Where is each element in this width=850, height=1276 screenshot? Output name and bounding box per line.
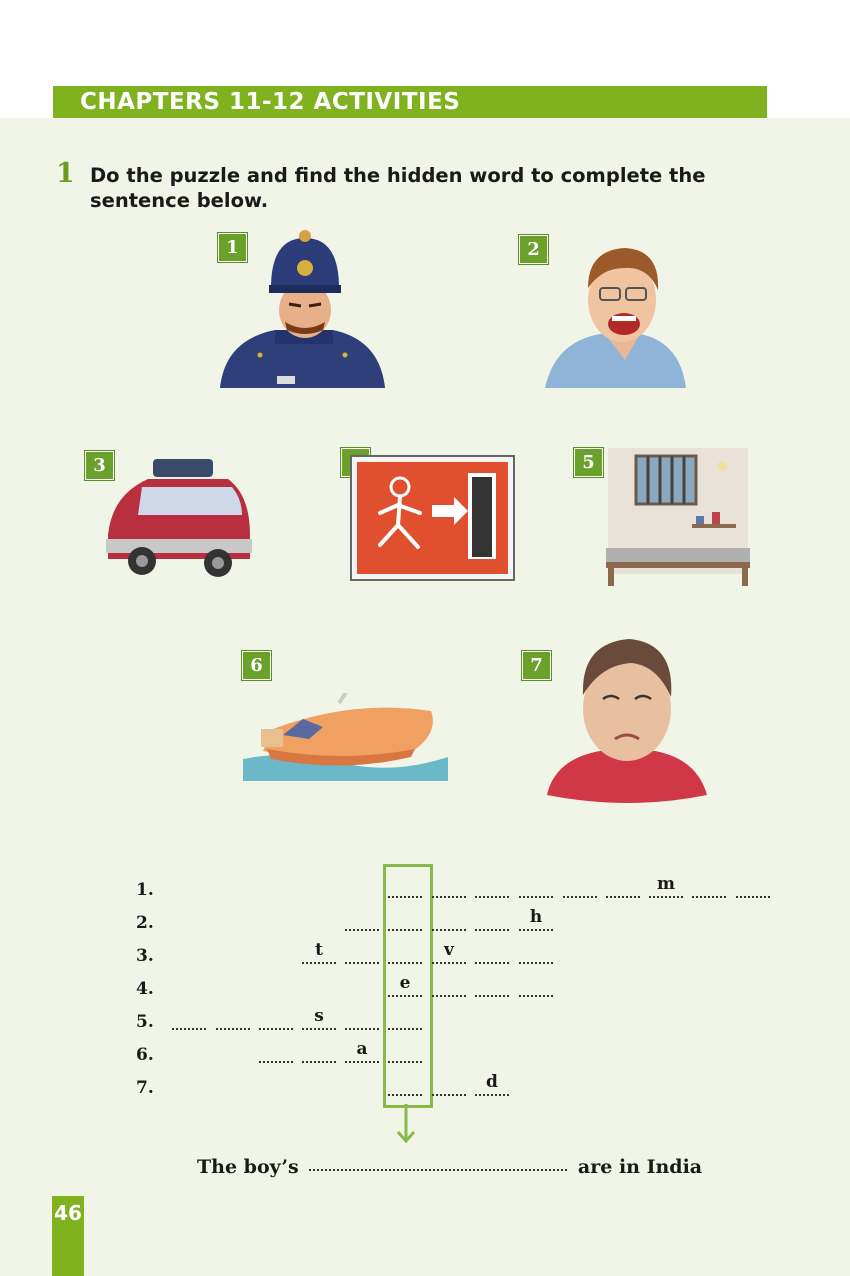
puzzle-row-number: 4.	[136, 979, 154, 999]
sentence-end: are in India	[577, 1156, 703, 1178]
puzzle-cell[interactable]	[519, 878, 553, 898]
puzzle-cell[interactable]	[388, 878, 422, 898]
puzzle-letter: h	[529, 907, 543, 927]
picture-badge-5: 5	[574, 448, 603, 477]
puzzle-cell[interactable]	[259, 1043, 293, 1063]
puzzle-cell[interactable]: s	[302, 1006, 336, 1030]
policeman-icon	[220, 230, 385, 388]
puzzle-cell[interactable]	[259, 1010, 293, 1030]
puzzle-cell[interactable]	[345, 911, 379, 931]
puzzle-cell[interactable]	[606, 878, 640, 898]
exit-sign-icon	[350, 455, 515, 581]
puzzle-cell[interactable]	[736, 878, 770, 898]
puzzle-row-number: 3.	[136, 946, 154, 966]
puzzle-letter: e	[399, 973, 411, 993]
puzzle-cell[interactable]	[475, 911, 509, 931]
puzzle-cell[interactable]	[302, 1043, 336, 1063]
puzzle-cell[interactable]	[345, 944, 379, 964]
puzzle-cell[interactable]	[432, 878, 466, 898]
puzzle-cell[interactable]	[519, 977, 553, 997]
puzzle-cell[interactable]	[475, 944, 509, 964]
puzzle-cell[interactable]: v	[432, 940, 466, 964]
puzzle-cell[interactable]: a	[345, 1039, 379, 1063]
speedboat-icon	[243, 693, 448, 781]
puzzle-cell[interactable]	[432, 1076, 466, 1096]
puzzle-letter: t	[315, 940, 323, 960]
puzzle-row-number: 2.	[136, 913, 154, 933]
sentence-start: The boy’s	[197, 1156, 299, 1178]
puzzle-cell[interactable]	[432, 977, 466, 997]
puzzle-cell[interactable]	[475, 977, 509, 997]
answer-blank[interactable]	[309, 1169, 568, 1171]
puzzle-row-number: 7.	[136, 1078, 154, 1098]
puzzle-letter: s	[314, 1006, 324, 1026]
puzzle-letter: v	[444, 940, 454, 960]
sad-man-icon	[547, 639, 707, 803]
puzzle-cell[interactable]	[388, 911, 422, 931]
picture-badge-6: 6	[242, 651, 271, 680]
puzzle-cell[interactable]: d	[475, 1072, 509, 1096]
puzzle-cell[interactable]: m	[649, 874, 683, 898]
puzzle-cell[interactable]	[388, 1010, 422, 1030]
arrow-down-icon	[396, 1104, 416, 1144]
puzzle-cell[interactable]	[216, 1010, 250, 1030]
puzzle-row-number: 6.	[136, 1045, 154, 1065]
puzzle-row-number: 1.	[136, 880, 154, 900]
puzzle-cell[interactable]: h	[519, 907, 553, 931]
puzzle-letter: m	[657, 874, 675, 894]
puzzle-letter: d	[486, 1072, 498, 1092]
puzzle-cell[interactable]	[519, 944, 553, 964]
puzzle-cell[interactable]	[172, 1010, 206, 1030]
exercise-number: 1	[56, 158, 75, 189]
puzzle-cell[interactable]	[388, 1043, 422, 1063]
puzzle-cell[interactable]: e	[388, 973, 422, 997]
puzzle-cell[interactable]	[388, 944, 422, 964]
puzzle-cell[interactable]	[345, 1010, 379, 1030]
laughing-man-icon	[545, 248, 686, 388]
page-title: CHAPTERS 11-12 ACTIVITIES	[80, 89, 461, 115]
puzzle-cell[interactable]	[432, 911, 466, 931]
puzzle-letter: a	[356, 1039, 368, 1059]
prison-cell-icon	[606, 448, 750, 586]
puzzle-row-number: 5.	[136, 1012, 154, 1032]
puzzle-cell[interactable]	[388, 1076, 422, 1096]
completion-sentence: The boy’s are in India	[197, 1156, 702, 1178]
puzzle-cell[interactable]: t	[302, 940, 336, 964]
exercise-instruction: Do the puzzle and find the hidden word t…	[90, 164, 706, 212]
puzzle-cell[interactable]	[475, 878, 509, 898]
puzzle-cell[interactable]	[563, 878, 597, 898]
page-number: 46	[54, 1201, 82, 1225]
car-icon	[106, 459, 252, 577]
puzzle-cell[interactable]	[692, 878, 726, 898]
